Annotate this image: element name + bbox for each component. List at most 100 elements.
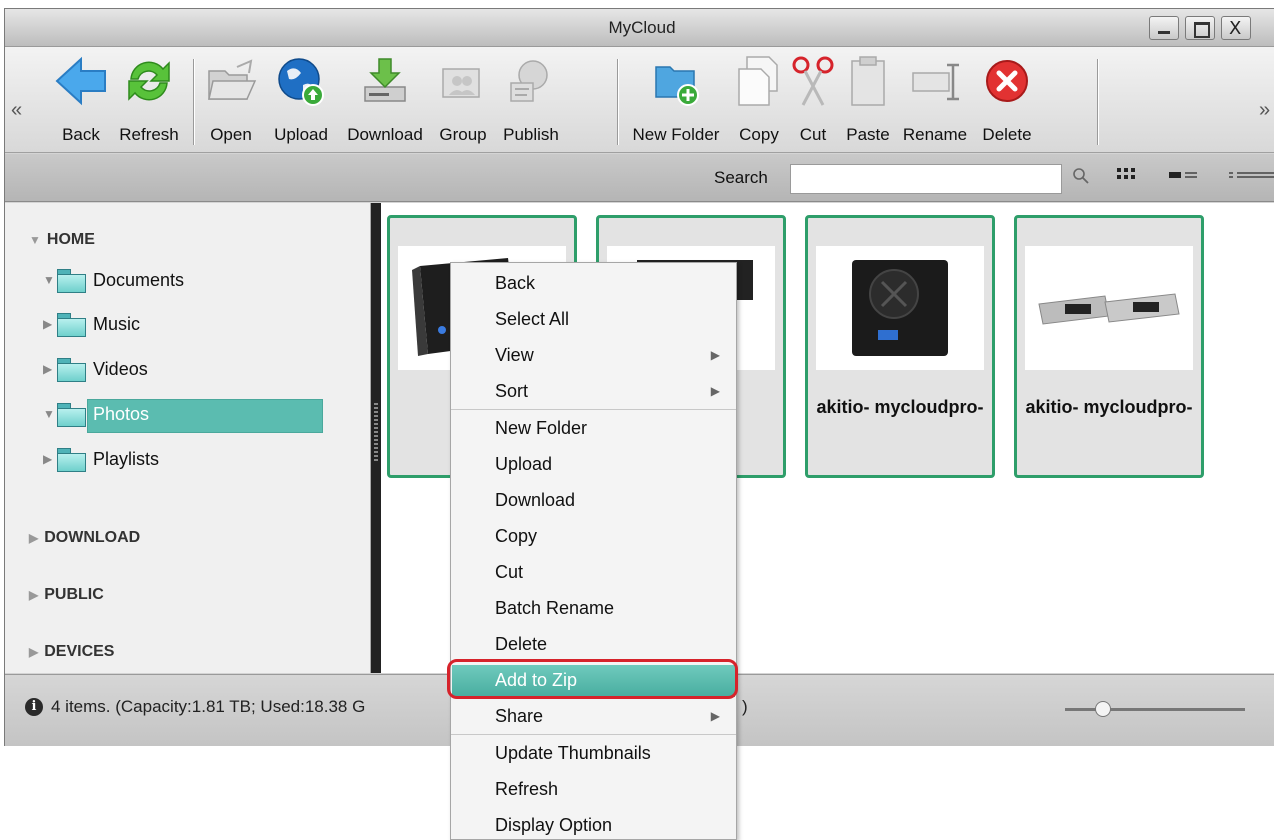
search-input[interactable] <box>790 164 1062 194</box>
menu-item-cut[interactable]: Cut <box>451 555 736 591</box>
expanded-triangle-icon[interactable]: ▼ <box>43 407 55 421</box>
delete-label: Delete <box>982 125 1032 144</box>
expanded-triangle-icon[interactable]: ▼ <box>29 233 41 247</box>
sidebar-item-label: Playlists <box>93 449 160 469</box>
new-folder-icon <box>655 66 699 106</box>
folder-icon <box>57 358 86 382</box>
menu-item-sort[interactable]: Sort ▶ <box>451 374 736 410</box>
list-view-icon[interactable] <box>1167 166 1199 186</box>
status-text: 4 items. (Capacity:1.81 TB; Used:18.38 G <box>51 697 366 716</box>
collapsed-triangle-icon[interactable]: ▶ <box>29 588 38 602</box>
paste-icon <box>851 56 885 106</box>
cut-button[interactable]: Cut <box>789 47 837 153</box>
menu-item-copy[interactable]: Copy <box>451 519 736 555</box>
folder-icon <box>57 403 86 427</box>
group-label: Group <box>439 125 487 144</box>
detail-view-icon[interactable] <box>1227 166 1274 186</box>
sidebar-item-label: Videos <box>93 359 148 379</box>
rename-label: Rename <box>902 125 968 144</box>
menu-item-upload[interactable]: Upload <box>451 447 736 483</box>
menu-item-update-thumbnails[interactable]: Update Thumbnails <box>451 736 736 772</box>
toolbar-scroll-left-button[interactable]: « <box>11 99 22 122</box>
menu-item-label: Delete <box>495 634 548 654</box>
upload-globe-icon <box>278 58 324 106</box>
collapsed-triangle-icon[interactable]: ▶ <box>43 317 52 331</box>
menu-item-label: Copy <box>495 526 538 546</box>
menu-item-delete[interactable]: Delete <box>451 627 736 663</box>
menu-separator <box>451 734 736 735</box>
search-bar: Search <box>5 154 1274 202</box>
title-bar: MyCloud <box>5 9 1274 47</box>
open-button[interactable]: Open <box>199 47 263 153</box>
collapsed-triangle-icon[interactable]: ▶ <box>43 452 52 466</box>
menu-item-new-folder[interactable]: New Folder <box>451 411 736 447</box>
toolbar-separator <box>1097 59 1099 145</box>
paste-button[interactable]: Paste <box>837 47 899 153</box>
collapsed-triangle-icon[interactable]: ▶ <box>29 645 38 659</box>
menu-item-label: Upload <box>495 454 553 474</box>
menu-item-select-all[interactable]: Select All <box>451 302 736 338</box>
minimize-button[interactable] <box>1149 16 1179 40</box>
copy-label: Copy <box>739 125 779 144</box>
menu-item-label: Cut <box>495 562 524 582</box>
delete-button[interactable]: Delete <box>971 47 1043 153</box>
menu-item-label: Add to Zip <box>495 670 578 690</box>
pane-splitter[interactable] <box>371 203 381 673</box>
menu-item-refresh[interactable]: Refresh <box>451 772 736 808</box>
splitter-grip[interactable] <box>374 403 378 463</box>
delete-icon <box>986 60 1028 102</box>
menu-item-add-to-zip[interactable]: Add to Zip <box>447 659 738 699</box>
menu-item-view[interactable]: View ▶ <box>451 338 736 374</box>
rename-button[interactable]: Rename <box>899 47 971 153</box>
new-folder-button[interactable]: New Folder <box>623 47 729 153</box>
sidebar-item-label: Photos <box>93 404 150 424</box>
tree-root-label: HOME <box>46 231 95 248</box>
submenu-arrow-icon: ▶ <box>710 348 720 362</box>
collapsed-triangle-icon[interactable]: ▶ <box>43 362 52 376</box>
new-folder-label: New Folder <box>632 125 720 144</box>
tree-root-label: PUBLIC <box>44 586 104 603</box>
zoom-slider-handle[interactable] <box>1095 701 1111 717</box>
thumbnail-image <box>816 246 984 370</box>
menu-item-download[interactable]: Download <box>451 483 736 519</box>
file-thumbnail[interactable]: akitio- mycloudpro- <box>1014 215 1204 478</box>
tree-root-download[interactable]: ▶ DOWNLOAD <box>29 529 140 547</box>
status-text-tail: ) <box>742 697 748 716</box>
tree-root-public[interactable]: ▶ PUBLIC <box>29 586 104 604</box>
menu-item-back[interactable]: Back <box>451 266 736 302</box>
maximize-button[interactable] <box>1185 16 1215 40</box>
toolbar-separator <box>617 59 619 145</box>
back-button[interactable]: Back <box>49 47 113 153</box>
menu-separator <box>451 409 736 410</box>
copy-icon <box>738 56 778 106</box>
menu-item-label: View <box>495 345 534 365</box>
menu-item-share[interactable]: Share ▶ <box>451 699 736 735</box>
sidebar-item-label: Music <box>93 314 141 334</box>
search-icon[interactable] <box>1071 166 1091 186</box>
thumbnail-image <box>1025 246 1193 370</box>
tree-root-home[interactable]: ▼ HOME <box>29 231 95 249</box>
zoom-slider-track[interactable] <box>1065 708 1245 711</box>
upload-button[interactable]: Upload <box>263 47 339 153</box>
close-window-button[interactable] <box>1221 16 1251 40</box>
menu-item-batch-rename[interactable]: Batch Rename <box>451 591 736 627</box>
copy-button[interactable]: Copy <box>729 47 789 153</box>
file-thumbnail[interactable]: akitio- mycloudpro- <box>805 215 995 478</box>
menu-item-label: New Folder <box>495 418 588 438</box>
publish-button[interactable]: Publish <box>495 47 567 153</box>
group-button[interactable]: Group <box>431 47 495 153</box>
tree-root-label: DOWNLOAD <box>44 529 141 546</box>
collapsed-triangle-icon[interactable]: ▶ <box>29 531 38 545</box>
toolbar-scroll-right-button[interactable]: » <box>1259 99 1270 122</box>
expanded-triangle-icon[interactable]: ▼ <box>43 273 55 287</box>
download-button[interactable]: Download <box>339 47 431 153</box>
menu-item-label: Back <box>495 273 536 293</box>
refresh-button[interactable]: Refresh <box>113 47 185 153</box>
paste-label: Paste <box>846 125 890 144</box>
tree-root-devices[interactable]: ▶ DEVICES <box>29 643 114 661</box>
file-name: akitio- mycloudpro- <box>1025 397 1193 417</box>
folder-icon <box>57 448 86 472</box>
group-icon <box>442 68 480 98</box>
menu-item-display-option[interactable]: Display Option <box>451 808 736 840</box>
thumbnail-view-icon[interactable] <box>1115 166 1137 186</box>
